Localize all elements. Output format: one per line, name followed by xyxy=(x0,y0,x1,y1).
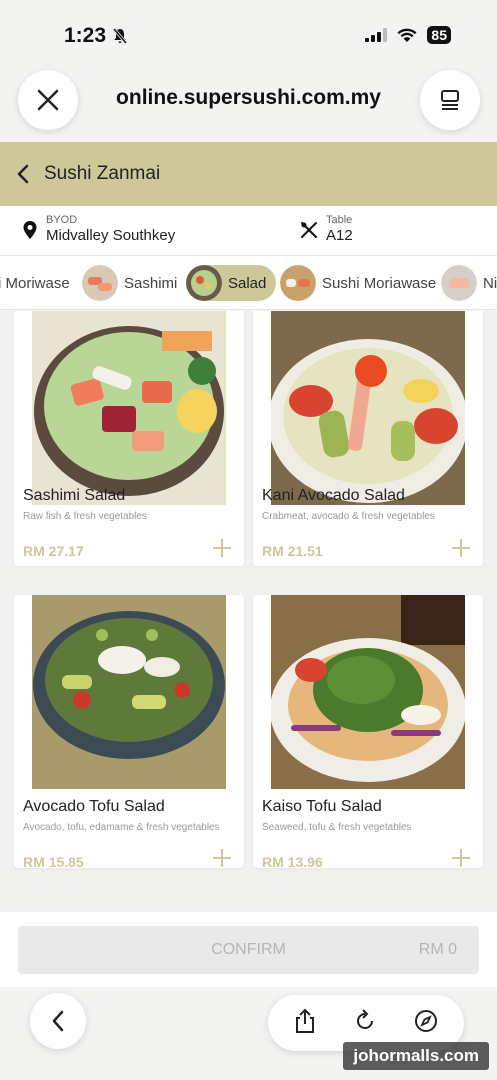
item-description: Seaweed, tofu & fresh vegetables xyxy=(262,822,412,833)
item-name: Kani Avocado Salad xyxy=(262,487,405,504)
item-price: RM 13.96 xyxy=(262,854,323,870)
url-label[interactable]: online.supersushi.com.my xyxy=(90,86,407,110)
browser-back-button[interactable] xyxy=(30,993,86,1049)
add-item-button[interactable] xyxy=(212,845,232,873)
kaiso-tofu-salad-image xyxy=(271,595,465,789)
back-button[interactable] xyxy=(16,164,30,184)
plus-icon xyxy=(452,539,470,557)
category-tab-label: Salad xyxy=(228,274,267,292)
compass-icon xyxy=(414,1009,437,1032)
kani-avocado-salad-image xyxy=(271,311,465,505)
category-tab-sushi-moriawase[interactable]: Sushi Moriawase xyxy=(280,265,446,301)
menu-grid: Sashimi Salad Raw fish & fresh vegetable… xyxy=(0,311,497,911)
location-name: Midvalley Southkey xyxy=(46,227,176,244)
category-tabs: i Moriwase Sashimi Salad Sushi Moriawase… xyxy=(0,256,497,310)
item-name: Sashimi Salad xyxy=(23,487,126,504)
item-price: RM 15.85 xyxy=(23,854,84,870)
restaurant-title: Sushi Zanmai xyxy=(44,163,161,184)
chevron-left-icon xyxy=(17,164,29,184)
add-item-button[interactable] xyxy=(451,845,471,873)
watermark: johormalls.com xyxy=(343,1042,489,1070)
status-bar: 1:23 85 xyxy=(0,0,497,70)
utensils-icon xyxy=(301,221,317,238)
item-price: RM 27.17 xyxy=(23,543,84,559)
reader-icon xyxy=(441,90,459,110)
browser-bar: online.supersushi.com.my xyxy=(0,68,497,142)
item-description: Raw fish & fresh vegetables xyxy=(23,511,147,522)
sashimi-salad-image xyxy=(32,311,226,505)
status-indicators: 85 xyxy=(365,26,451,44)
plus-icon xyxy=(213,849,231,867)
category-tab-sashimi[interactable]: Sashimi xyxy=(82,265,187,301)
category-tab-moriwase[interactable]: i Moriwase xyxy=(0,265,80,301)
plus-icon xyxy=(213,539,231,557)
status-time: 1:23 xyxy=(64,24,107,47)
menu-card-kaiso-tofu-salad[interactable]: Kaiso Tofu Salad Seaweed, tofu & fresh v… xyxy=(253,595,483,870)
reload-button[interactable] xyxy=(353,1008,377,1038)
avocado-tofu-salad-image xyxy=(32,595,226,789)
menu-card-avocado-tofu-salad[interactable]: Avocado Tofu Salad Avocado, tofu, edamam… xyxy=(14,595,244,870)
category-tab-nigiri[interactable]: Nig xyxy=(441,265,497,301)
table-number: A12 xyxy=(326,227,353,244)
close-icon xyxy=(37,89,59,111)
table-info: Table A12 xyxy=(300,214,353,245)
bell-muted-icon xyxy=(112,28,128,44)
sashimi-thumbnail xyxy=(82,265,118,301)
browser-bottom-bar: johormalls.com xyxy=(0,987,497,1080)
salad-thumbnail xyxy=(186,265,222,301)
category-tab-label: Sushi Moriawase xyxy=(322,274,437,292)
item-price: RM 21.51 xyxy=(262,543,323,559)
confirm-button[interactable]: CONFIRM RM 0 xyxy=(18,926,479,974)
sushi-moriawase-thumbnail xyxy=(280,265,316,301)
location-pin-icon xyxy=(23,220,37,239)
category-tab-salad[interactable]: Salad xyxy=(186,265,277,301)
confirm-area: CONFIRM RM 0 xyxy=(0,911,497,987)
category-tab-label: i Moriwase xyxy=(0,274,70,292)
item-description: Crabmeat, avocado & fresh vegetables xyxy=(262,511,435,522)
confirm-label: CONFIRM xyxy=(211,941,286,958)
item-name: Avocado Tofu Salad xyxy=(23,798,165,815)
reader-button[interactable] xyxy=(420,70,480,130)
battery-indicator: 85 xyxy=(427,26,451,44)
item-name: Kaiso Tofu Salad xyxy=(262,798,382,815)
order-total: RM 0 xyxy=(418,941,457,958)
share-icon xyxy=(296,1008,315,1033)
table-label: Table xyxy=(326,214,353,226)
add-item-button[interactable] xyxy=(451,535,471,563)
category-tab-label: Sashimi xyxy=(124,274,178,292)
signal-icon xyxy=(365,28,388,42)
mode-label: BYOD xyxy=(46,214,78,226)
order-info-bar: BYOD Midvalley Southkey Table A12 xyxy=(0,206,497,256)
menu-card-sashimi-salad[interactable]: Sashimi Salad Raw fish & fresh vegetable… xyxy=(14,311,244,566)
wifi-icon xyxy=(397,28,417,42)
close-button[interactable] xyxy=(18,70,78,130)
menu-card-kani-avocado-salad[interactable]: Kani Avocado Salad Crabmeat, avocado & f… xyxy=(253,311,483,566)
status-time-group: 1:23 xyxy=(64,24,128,48)
share-button[interactable] xyxy=(294,1008,316,1039)
compass-button[interactable] xyxy=(414,1009,438,1038)
item-description: Avocado, tofu, edamame & fresh vegetable… xyxy=(23,822,220,833)
nigiri-thumbnail xyxy=(441,265,477,301)
chevron-left-icon xyxy=(52,1010,64,1032)
category-tab-label: Nig xyxy=(483,274,497,292)
plus-icon xyxy=(452,849,470,867)
add-item-button[interactable] xyxy=(212,535,232,563)
location-info: BYOD Midvalley Southkey xyxy=(22,214,175,245)
restaurant-header: Sushi Zanmai xyxy=(0,142,497,206)
reload-icon xyxy=(356,1008,373,1029)
